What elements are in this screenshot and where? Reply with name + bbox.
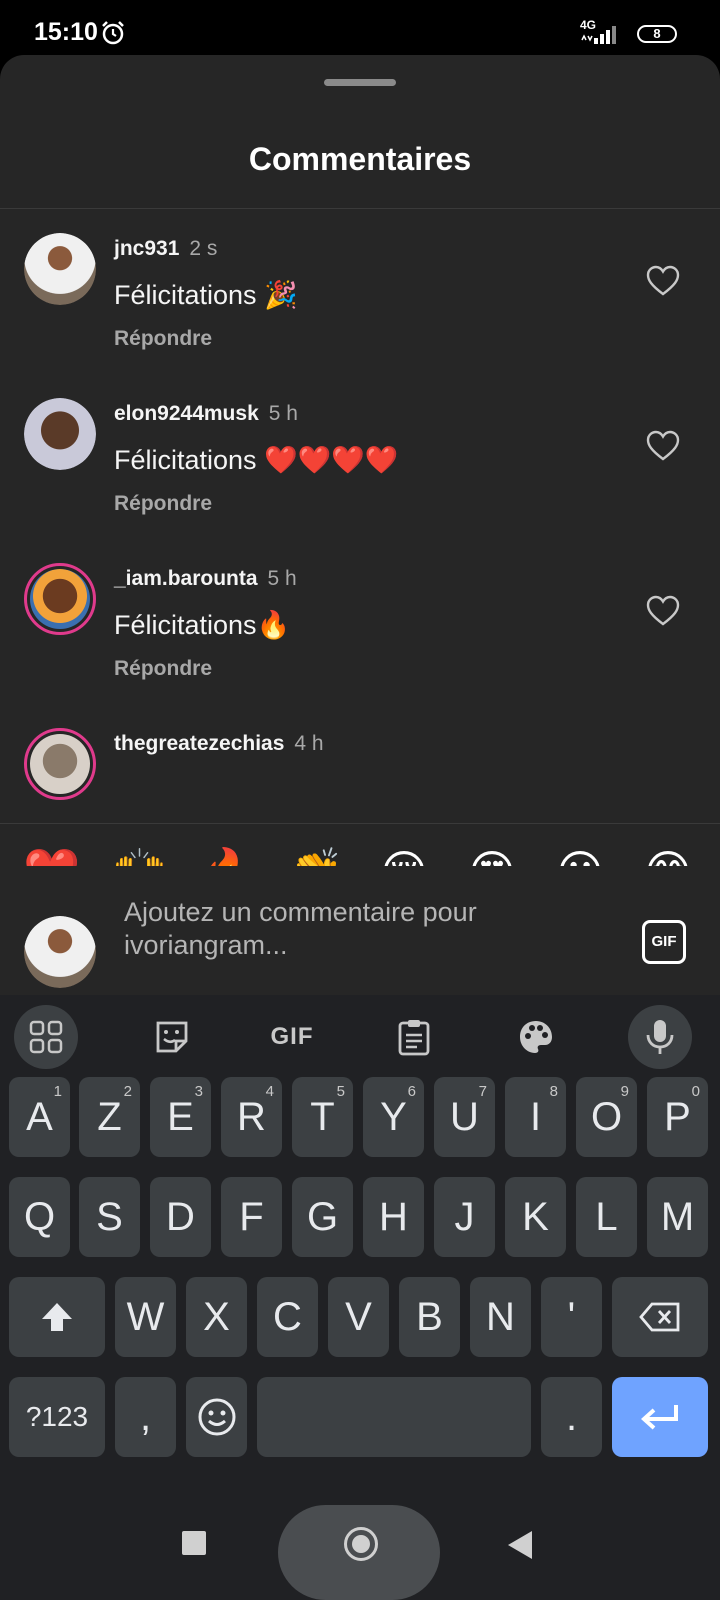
avatar[interactable] bbox=[24, 563, 96, 635]
palette-icon[interactable] bbox=[504, 1005, 568, 1069]
comment-input[interactable]: Ajoutez un commentaire pour ivoriangram.… bbox=[124, 896, 544, 962]
key-x[interactable]: X bbox=[186, 1277, 247, 1357]
drag-handle[interactable] bbox=[324, 79, 396, 86]
status-bar: 15:10 4G 8 bbox=[0, 0, 720, 58]
enter-arrow-icon bbox=[641, 1405, 678, 1430]
symbols-key[interactable]: ?123 bbox=[9, 1377, 105, 1457]
key-z[interactable]: Z2 bbox=[79, 1077, 140, 1157]
key-d[interactable]: D bbox=[150, 1177, 211, 1257]
key-s[interactable]: S bbox=[79, 1177, 140, 1257]
gif-button[interactable]: GIF bbox=[642, 920, 686, 964]
comment-item: _iam.barounta 5 h Félicitations🔥 Répondre bbox=[0, 539, 720, 704]
alarm-icon bbox=[102, 21, 124, 45]
like-heart-icon[interactable] bbox=[646, 265, 680, 297]
comment-time: 5 h bbox=[268, 402, 298, 425]
key-i[interactable]: I8 bbox=[505, 1077, 566, 1157]
backspace-key[interactable] bbox=[612, 1277, 708, 1357]
my-avatar bbox=[24, 916, 96, 988]
key-v[interactable]: V bbox=[328, 1277, 389, 1357]
comment-username[interactable]: thegreatezechias 4 h bbox=[114, 732, 324, 756]
key-b[interactable]: B bbox=[399, 1277, 460, 1357]
signal-icon bbox=[581, 26, 616, 44]
comment-text: Félicitations🔥 bbox=[114, 610, 291, 640]
sticker-icon[interactable] bbox=[140, 1005, 204, 1069]
shift-arrow-icon bbox=[42, 1303, 72, 1331]
key-c[interactable]: C bbox=[257, 1277, 318, 1357]
home-icon[interactable] bbox=[344, 1527, 378, 1561]
key-j[interactable]: J bbox=[434, 1177, 495, 1257]
like-heart-icon[interactable] bbox=[646, 595, 680, 627]
smiley-icon bbox=[198, 1398, 235, 1436]
like-heart-icon[interactable] bbox=[646, 430, 680, 462]
key-m[interactable]: M bbox=[647, 1177, 708, 1257]
period-key[interactable]: . bbox=[541, 1377, 602, 1457]
key-w[interactable]: W bbox=[115, 1277, 176, 1357]
reply-button[interactable]: Répondre bbox=[114, 492, 212, 516]
key-f[interactable]: F bbox=[221, 1177, 282, 1257]
comments-sheet: Commentaires jnc931 2 s Félicitations 🎉 R… bbox=[0, 55, 720, 995]
key-n[interactable]: N bbox=[470, 1277, 531, 1357]
status-time: 15:10 bbox=[34, 18, 98, 46]
comment-time: 2 s bbox=[189, 237, 218, 260]
back-icon[interactable] bbox=[508, 1531, 532, 1559]
enter-key[interactable] bbox=[612, 1377, 708, 1457]
comment-username[interactable]: jnc931 2 s bbox=[114, 237, 217, 261]
comment-time: 4 h bbox=[294, 732, 324, 755]
clipboard-icon[interactable] bbox=[382, 1005, 446, 1069]
comment-username[interactable]: elon9244musk 5 h bbox=[114, 402, 298, 426]
key-y[interactable]: Y6 bbox=[363, 1077, 424, 1157]
avatar[interactable] bbox=[24, 728, 96, 800]
space-key[interactable] bbox=[257, 1377, 531, 1457]
key-e[interactable]: E3 bbox=[150, 1077, 211, 1157]
reply-button[interactable]: Répondre bbox=[114, 657, 212, 681]
battery-icon: 8 bbox=[637, 25, 677, 43]
key-t[interactable]: T5 bbox=[292, 1077, 353, 1157]
avatar[interactable] bbox=[24, 398, 96, 470]
keyboard-toolbar: GIF bbox=[0, 995, 720, 1075]
reply-button[interactable]: Répondre bbox=[114, 327, 212, 351]
key-apostrophe[interactable]: ' bbox=[541, 1277, 602, 1357]
recents-icon[interactable] bbox=[182, 1531, 206, 1555]
comment-text: Félicitations 🎉 bbox=[114, 280, 298, 310]
sheet-title: Commentaires bbox=[248, 141, 472, 177]
keyboard-gif-button[interactable]: GIF bbox=[260, 1005, 324, 1069]
key-r[interactable]: R4 bbox=[221, 1077, 282, 1157]
comment-item: elon9244musk 5 h Félicitations ❤️❤️❤️❤️ R… bbox=[0, 374, 720, 539]
comment-username[interactable]: _iam.barounta 5 h bbox=[114, 567, 297, 591]
comment-input-bar: Ajoutez un commentaire pour ivoriangram.… bbox=[0, 866, 720, 994]
emoji-key[interactable] bbox=[186, 1377, 247, 1457]
comment-text: Félicitations ❤️❤️❤️❤️ bbox=[114, 445, 399, 475]
comment-item: jnc931 2 s Félicitations 🎉 Répondre bbox=[0, 209, 720, 374]
comment-time: 5 h bbox=[267, 567, 297, 590]
system-nav-bar bbox=[0, 1505, 720, 1600]
key-h[interactable]: H bbox=[363, 1177, 424, 1257]
comment-item: thegreatezechias 4 h bbox=[0, 704, 720, 823]
key-u[interactable]: U7 bbox=[434, 1077, 495, 1157]
key-g[interactable]: G bbox=[292, 1177, 353, 1257]
key-p[interactable]: P0 bbox=[647, 1077, 708, 1157]
shift-key[interactable] bbox=[9, 1277, 105, 1357]
key-q[interactable]: Q bbox=[9, 1177, 70, 1257]
apps-grid-icon[interactable] bbox=[14, 1005, 78, 1069]
backspace-icon bbox=[639, 1302, 680, 1332]
microphone-icon[interactable] bbox=[628, 1005, 692, 1069]
key-k[interactable]: K bbox=[505, 1177, 566, 1257]
comma-key[interactable]: , bbox=[115, 1377, 176, 1457]
key-a[interactable]: A1 bbox=[9, 1077, 70, 1157]
key-l[interactable]: L bbox=[576, 1177, 637, 1257]
key-o[interactable]: O9 bbox=[576, 1077, 637, 1157]
comments-list[interactable]: jnc931 2 s Félicitations 🎉 Répondre elon9… bbox=[0, 209, 720, 823]
avatar[interactable] bbox=[24, 233, 96, 305]
